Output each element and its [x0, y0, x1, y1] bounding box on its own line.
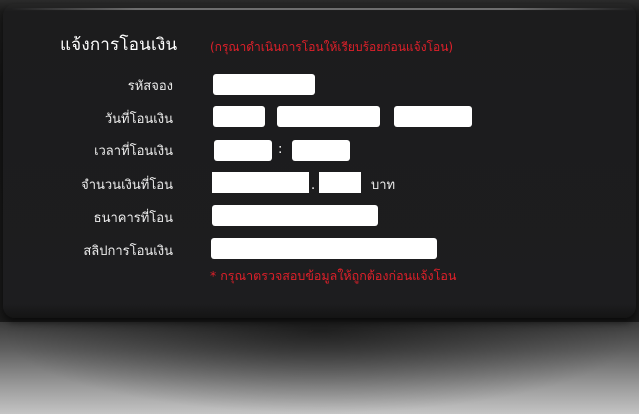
decimal-separator: .	[311, 178, 316, 193]
transfer-hour-input[interactable]	[214, 140, 272, 161]
transfer-month-input[interactable]	[277, 106, 380, 127]
transfer-date-label: วันที่โอนเงิน	[104, 112, 173, 127]
page-background-reflection	[0, 322, 639, 414]
panel-highlight	[11, 8, 634, 10]
slip-label: สลิปการโอนเงิน	[83, 244, 173, 259]
amount-label: จำนวนเงินที่โอน	[81, 178, 173, 193]
validation-note: * กรุณาตรวจสอบข้อมูลให้ถูกต้องก่อนแจ้งโอ…	[210, 268, 457, 283]
bank-label: ธนาคารที่โอน	[93, 211, 173, 226]
bank-input[interactable]	[212, 205, 378, 226]
booking-code-input[interactable]	[213, 74, 315, 95]
form-subtitle: (กรุณาดำเนินการโอนให้เรียบร้อยก่อนแจ้งโอ…	[210, 40, 454, 54]
form-title: แจ้งการโอนเงิน	[60, 35, 178, 55]
time-separator: :	[278, 142, 283, 157]
transfer-minute-input[interactable]	[292, 140, 350, 161]
transfer-year-input[interactable]	[394, 106, 472, 127]
transfer-time-label: เวลาที่โอนเงิน	[94, 144, 173, 159]
booking-code-label: รหัสจอง	[127, 79, 173, 94]
currency-unit-label: บาท	[371, 178, 396, 193]
amount-baht-input[interactable]	[212, 172, 309, 193]
amount-satang-input[interactable]	[319, 172, 361, 193]
slip-upload-input[interactable]	[211, 238, 437, 259]
transfer-day-input[interactable]	[213, 106, 265, 127]
